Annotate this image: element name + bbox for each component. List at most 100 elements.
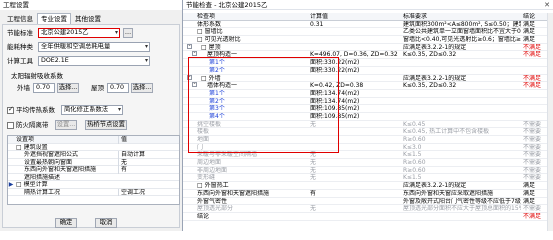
header-calc: 计算值 <box>310 13 329 20</box>
confirm-button[interactable]: 确定 <box>55 218 77 228</box>
check-item: 外窗气密性 <box>197 197 228 205</box>
requirement: R≥0.60 <box>403 136 426 143</box>
table-row[interactable]: 第2个 面积:134.74(m2) <box>183 98 553 106</box>
tab-other-settings[interactable]: 其他设置 <box>71 13 105 24</box>
close-icon[interactable]: ✕ <box>544 0 550 10</box>
table-row[interactable]: 体形系数 0.31 建筑面积300m²<A≤800m², S≤0.50；建筑面积A>… <box>183 21 553 29</box>
grid-item-label: □ 建筑设置 <box>16 143 48 151</box>
table-row[interactable]: 屋顶透光部分无屋顶透光部分面积不应大于屋顶总面积的15% 不需要 <box>183 205 553 213</box>
vertical-scrollbar[interactable] <box>547 13 553 231</box>
thermal-bridge-button[interactable]: 热桥节点设置 <box>85 120 127 130</box>
grid-item-label: 隔热计算工况 <box>24 188 61 196</box>
table-row[interactable]: □ 窗墙比 乙类公共建筑单一立面窗墙面积比不宜大于0.70 满足 <box>183 28 553 37</box>
table-row[interactable]: 门 K≤3.0 不需要 <box>183 144 553 152</box>
check-item: 第2个 <box>209 66 225 74</box>
calc-value: 无 <box>310 159 317 167</box>
table-row[interactable]: 外窗气密性 外窗及敞开式阳台门气密性等级不应低于7级 满足 <box>183 198 553 206</box>
grid-item-value[interactable]: 空调工况 <box>118 188 179 196</box>
requirement: 应满足表3.2.2-1的规定 <box>403 43 467 51</box>
table-row[interactable]: 第2个 面积:330.22(m2) <box>183 67 553 75</box>
check-item: 第2个 <box>209 97 225 105</box>
check-item: 非周边地面 <box>197 166 228 174</box>
table-row[interactable]: 第1个 面积:330.22(m2) <box>183 59 553 67</box>
calc-value: 面积:134.74(m2) <box>310 89 360 97</box>
standard-select[interactable]: 北京公建2015乙 <box>38 28 120 38</box>
grid-row[interactable]: 隔热计算工况 空调工况 <box>8 188 179 196</box>
check-item: 楼板 <box>197 128 210 136</box>
table-row[interactable]: - 屋顶构造一 K=496.07, D=0.36, ZD=0.32 K≤0.35, Z… <box>183 51 553 60</box>
grid-item-value[interactable]: 无 <box>118 158 179 166</box>
table-row[interactable]: 挑空楼板无 K≤0.45 不需要 <box>183 121 553 129</box>
table-row[interactable]: - 墙体构造一 K=0.42, ZD=0.38 K≤0.35, ZD≤0.32 不满足 <box>183 82 553 90</box>
roof-select-button[interactable]: 选择... <box>131 83 153 93</box>
check-item: □ 窗墙比 <box>197 28 223 36</box>
table-row[interactable]: □ 外窗热工 应满足表3.2.2-1的规定 满足 <box>183 182 553 190</box>
table-row[interactable]: □ 可见光透射比 窗墙比<0.40,可见光透射比≥0.6；窗墙比≥0.40,可见光… <box>183 36 553 44</box>
table-row[interactable]: - □ 外墙 应满足表3.2.2-1的规定 不满足 <box>183 74 553 83</box>
check-item: 地面 <box>197 136 210 143</box>
roof-input[interactable]: 0.70 <box>107 83 129 93</box>
check-item: 屋顶构造一 <box>207 51 238 59</box>
grid-row[interactable]: 外遮挡视窗遮阳公式 自动计算 <box>8 151 179 159</box>
requirement: K≤1.5 <box>403 151 422 159</box>
calc-value: K=0.42, ZD=0.38 <box>310 82 364 90</box>
check-item: □ 外窗热工 <box>197 182 229 190</box>
table-row[interactable]: 地面 R≥0.60 不需要 <box>183 136 553 144</box>
avg-heat-checkbox[interactable] <box>7 105 14 114</box>
grid-item-value[interactable]: 自动计算 <box>118 151 179 159</box>
cancel-button[interactable]: 取消 <box>95 218 117 228</box>
outer-wall-label: 外墙 <box>17 84 30 92</box>
fire-barrier-setting-button[interactable]: 设置... <box>55 120 77 130</box>
requirement: K≤3.0 <box>403 143 422 151</box>
window-title: 节能检查 - 北京公建2015乙 <box>186 1 268 9</box>
table-row[interactable]: 变形缝无 K≤1.5 不需要 <box>183 174 553 183</box>
calc-value: 面积:330.22(m2) <box>310 59 360 67</box>
grid-row[interactable]: ▶ □ 模型计算 <box>8 181 179 189</box>
table-row[interactable]: - □ 屋顶 应满足表3.2.2-1的规定 不满足 <box>183 43 553 52</box>
table-row[interactable]: 周边地面无 R≥0.60 不需要 <box>183 159 553 167</box>
calc-value: 无 <box>310 205 317 213</box>
fire-barrier-label: 防火隔离带 <box>16 121 49 129</box>
table-row[interactable]: 第4个 面积:109.85(m2) <box>183 113 553 121</box>
grid-row[interactable]: 东西向外窗和天窗遮阳措施 有 <box>8 166 179 174</box>
table-row[interactable]: 非周边地面无 R≥0.60 不需要 <box>183 167 553 175</box>
avg-heat-select[interactable]: 简化修正系数法 <box>61 105 123 115</box>
calc-tool-select[interactable]: DOE2.1E <box>38 56 150 66</box>
check-item: 体形系数 <box>197 20 222 28</box>
requirement: K≤0.45 <box>403 120 426 128</box>
tab-discipline-settings[interactable]: 专业设置 <box>37 13 71 24</box>
calc-value: 面积:134.74(m2) <box>310 97 360 105</box>
requirement: K≤1.5 <box>403 174 422 182</box>
check-item: 结论 <box>197 212 210 220</box>
standard-label: 节能标准 <box>7 29 33 37</box>
calc-value: 有 <box>310 189 317 197</box>
energy-type-select[interactable]: 全年供暖和空调总耗电量 <box>38 42 150 52</box>
collapse-icon[interactable]: - <box>187 43 192 49</box>
grid-item-value[interactable]: 有 <box>118 166 179 174</box>
table-row[interactable]: 第1个 面积:134.74(m2) <box>183 90 553 98</box>
tab-project-info[interactable]: 工程信息 <box>3 13 37 24</box>
standard-more-button[interactable]: … <box>123 28 133 38</box>
check-item: 第3个 <box>209 105 225 113</box>
check-item: 第1个 <box>209 59 225 67</box>
grid-row[interactable]: 设置最热朝向窗面 无 <box>8 158 179 166</box>
fire-barrier-checkbox[interactable] <box>7 122 14 129</box>
table-row[interactable]: 结论 不满足 <box>183 213 553 221</box>
table-row[interactable]: 楼板 K≤0.45, 热工计算中不包含楼板 不需要 <box>183 128 553 136</box>
check-item: 屋顶透光部分 <box>197 205 234 213</box>
grid-item-label: 设置最热朝向窗面 <box>24 158 73 166</box>
requirement: R≥0.60 <box>403 166 426 174</box>
table-row[interactable]: 东西向外窗和天窗遮阳措施有东西向外窗和天窗应采取遮阳措施 满足 <box>183 190 553 198</box>
outer-wall-input[interactable]: 0.70 <box>33 83 55 93</box>
check-item: 挑空楼板 <box>197 120 222 128</box>
grid-item-label: 遮阳措施描述 <box>24 173 61 181</box>
collapse-icon[interactable]: - <box>187 74 192 80</box>
calc-tool-label: 计算工具 <box>7 57 33 65</box>
grid-row[interactable]: 遮阳措施描述 <box>8 173 179 181</box>
grid-row[interactable]: □ 建筑设置 <box>8 143 179 151</box>
table-row[interactable]: 采暖与非采暖空间隔墙无 K≤1.5 不需要 <box>183 151 553 160</box>
check-item: 采暖与非采暖空间隔墙 <box>197 151 258 159</box>
outer-wall-select-button[interactable]: 选择... <box>57 83 79 93</box>
table-row[interactable]: 第3个 面积:109.85(m2) <box>183 105 553 113</box>
requirement: 窗墙比<0.40,可见光透射比≥0.6；窗墙比≥0.40,可见光透射比≥0.4 <box>403 36 521 44</box>
